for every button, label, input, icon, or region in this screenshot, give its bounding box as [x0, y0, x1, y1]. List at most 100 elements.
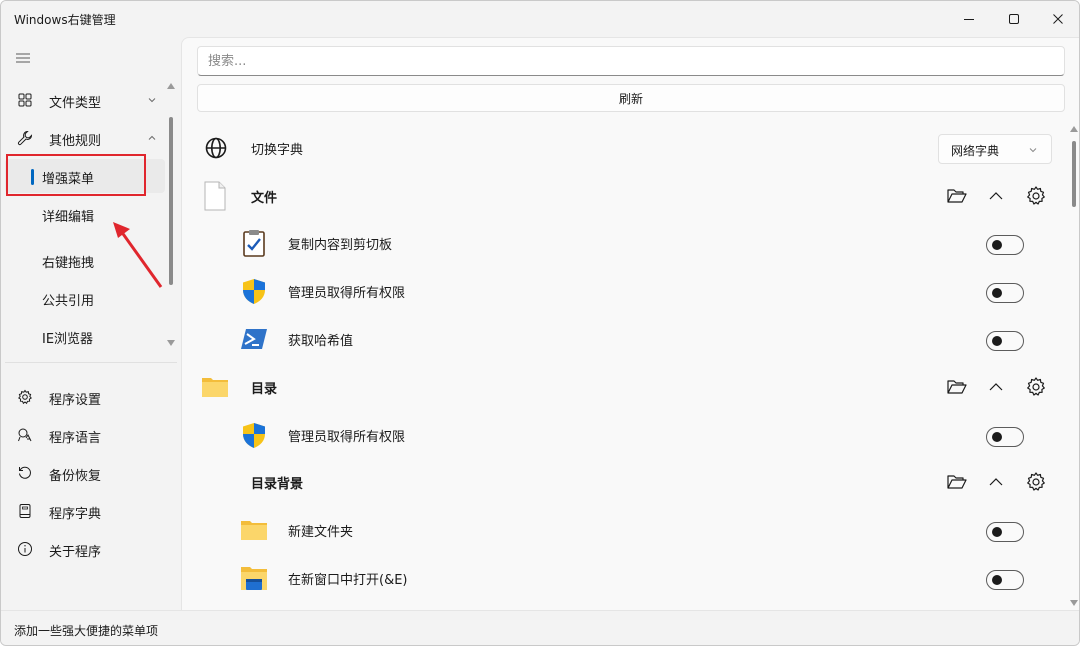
chevron-down-icon: [148, 98, 156, 103]
annotation-arrow-icon: [113, 222, 163, 288]
sidebar-divider: [5, 362, 177, 363]
toggle-switch[interactable]: [986, 427, 1024, 447]
main-scroll-down-icon[interactable]: [1070, 600, 1078, 606]
restore-icon: [19, 466, 31, 479]
toggle-knob: [992, 527, 1002, 537]
toggle-knob: [992, 575, 1002, 585]
sidebar-subitem-ie-browser[interactable]: IE浏览器: [5, 319, 165, 353]
menu-item-label: 复制内容到剪切板: [288, 238, 393, 253]
app-window: Windows右键管理 文件类型 其他规则 增强菜单 详细编辑 右键拖拽 公共引…: [0, 0, 1080, 646]
close-icon: [1053, 14, 1063, 24]
sidebar-item-backup-restore[interactable]: 备份恢复: [5, 456, 165, 490]
close-button[interactable]: [1035, 1, 1079, 37]
folder-icon: [202, 378, 228, 397]
menu-item-label: 管理员取得所有权限: [288, 286, 406, 301]
section-header-directory-background: 目录背景: [197, 459, 1057, 505]
window-title: Windows右键管理: [14, 13, 116, 27]
status-text: 添加一些强大便捷的菜单项: [14, 624, 159, 638]
maximize-button[interactable]: [991, 1, 1037, 37]
dictionary-select[interactable]: 网络字典: [938, 134, 1052, 164]
sidebar-item-other-rules[interactable]: 其他规则: [5, 121, 165, 155]
menu-item-label: 在新窗口中打开(&E): [288, 573, 408, 588]
sidebar-scrollbar[interactable]: [169, 117, 173, 285]
sidebar-item-file-types[interactable]: 文件类型: [5, 83, 165, 117]
sidebar-item-label: 文件类型: [49, 96, 102, 111]
gear-icon[interactable]: [1025, 185, 1047, 207]
info-icon: [18, 542, 32, 556]
gear-icon: [18, 389, 32, 405]
sidebar-item-label: 程序字典: [49, 507, 102, 522]
sidebar-item-label: 程序设置: [49, 393, 102, 408]
collapse-chevron-icon[interactable]: [985, 376, 1007, 398]
sidebar-item-label: 其他规则: [49, 134, 102, 149]
shield-icon: [243, 423, 265, 448]
minimize-button[interactable]: [946, 1, 992, 37]
menu-item-label: 新建文件夹: [288, 525, 354, 540]
open-folder-icon[interactable]: [946, 376, 968, 398]
search-input[interactable]: [197, 46, 1065, 76]
section-header-directory: 目录: [197, 364, 1057, 410]
toggle-knob: [992, 432, 1002, 442]
list-item: 复制内容到剪切板: [197, 220, 1057, 266]
clipboard-icon: [243, 230, 265, 257]
sidebar-item-label: 关于程序: [49, 545, 102, 560]
menu-item-label: 获取哈希值: [288, 334, 354, 349]
toggle-switch[interactable]: [986, 570, 1024, 590]
sidebar-item-language[interactable]: 程序语言: [5, 418, 165, 452]
collapse-chevron-icon[interactable]: [985, 471, 1007, 493]
sidebar-subitem-label: 公共引用: [42, 294, 95, 309]
dictionary-label: 切换字典: [251, 143, 304, 158]
dictionary-select-value: 网络字典: [951, 144, 1000, 158]
sidebar-item-label: 备份恢复: [49, 469, 102, 484]
menu-item-label: 管理员取得所有权限: [288, 430, 406, 445]
toggle-switch[interactable]: [986, 283, 1024, 303]
sidebar: 文件类型 其他规则 增强菜单 详细编辑 右键拖拽 公共引用 IE浏览器 程序设置…: [1, 37, 181, 610]
sidebar-subitem-label: IE浏览器: [42, 332, 94, 347]
grid-icon: [18, 93, 32, 107]
annotation-highlight-box: [6, 154, 146, 196]
list-item: 管理员取得所有权限: [197, 268, 1057, 314]
toggle-knob: [992, 336, 1002, 346]
collapse-chevron-icon[interactable]: [985, 185, 1007, 207]
dictionary-row: 切换字典: [197, 125, 1057, 171]
minimize-icon: [964, 19, 974, 20]
main-scroll-up-icon[interactable]: [1070, 126, 1078, 132]
open-folder-icon[interactable]: [946, 471, 968, 493]
section-title: 文件: [251, 191, 278, 206]
folder-window-icon: [241, 567, 267, 590]
section-title: 目录背景: [251, 477, 304, 492]
toggle-knob: [992, 240, 1002, 250]
list-item: 管理员取得所有权限: [197, 412, 1057, 458]
chevron-down-icon: [1029, 148, 1037, 153]
wrench-icon: [17, 130, 33, 146]
open-folder-icon[interactable]: [946, 185, 968, 207]
gear-icon[interactable]: [1025, 376, 1047, 398]
sidebar-item-about[interactable]: 关于程序: [5, 532, 165, 566]
globe-icon: [205, 137, 227, 159]
main-content: 刷新 切换字典 网络字典 文件: [181, 37, 1079, 610]
title-bar: Windows右键管理: [1, 1, 1079, 37]
toggle-switch[interactable]: [986, 331, 1024, 351]
sidebar-scroll-up-icon[interactable]: [167, 83, 175, 89]
shield-icon: [243, 279, 265, 304]
gear-icon[interactable]: [1025, 471, 1047, 493]
list-item: 新建文件夹: [197, 507, 1057, 553]
document-icon: [204, 181, 226, 211]
section-header-file: 文件: [197, 173, 1057, 219]
toggle-switch[interactable]: [986, 235, 1024, 255]
list-item: 在新窗口中打开(&E): [197, 555, 1057, 601]
main-scrollbar[interactable]: [1072, 141, 1076, 207]
sidebar-scroll-down-icon[interactable]: [167, 340, 175, 346]
sidebar-item-label: 程序语言: [49, 431, 102, 446]
refresh-button[interactable]: 刷新: [197, 84, 1065, 112]
toggle-switch[interactable]: [986, 522, 1024, 542]
powershell-icon: [241, 329, 267, 349]
hamburger-menu-icon[interactable]: [15, 51, 31, 65]
chevron-up-icon: [148, 135, 156, 140]
list-item: 获取哈希值: [197, 316, 1057, 362]
status-bar: 添加一些强大便捷的菜单项: [1, 610, 1079, 645]
translate-icon: [18, 428, 32, 442]
sidebar-item-dictionary[interactable]: 程序字典: [5, 494, 165, 528]
sidebar-item-settings[interactable]: 程序设置: [5, 380, 165, 414]
book-icon: [19, 504, 31, 518]
